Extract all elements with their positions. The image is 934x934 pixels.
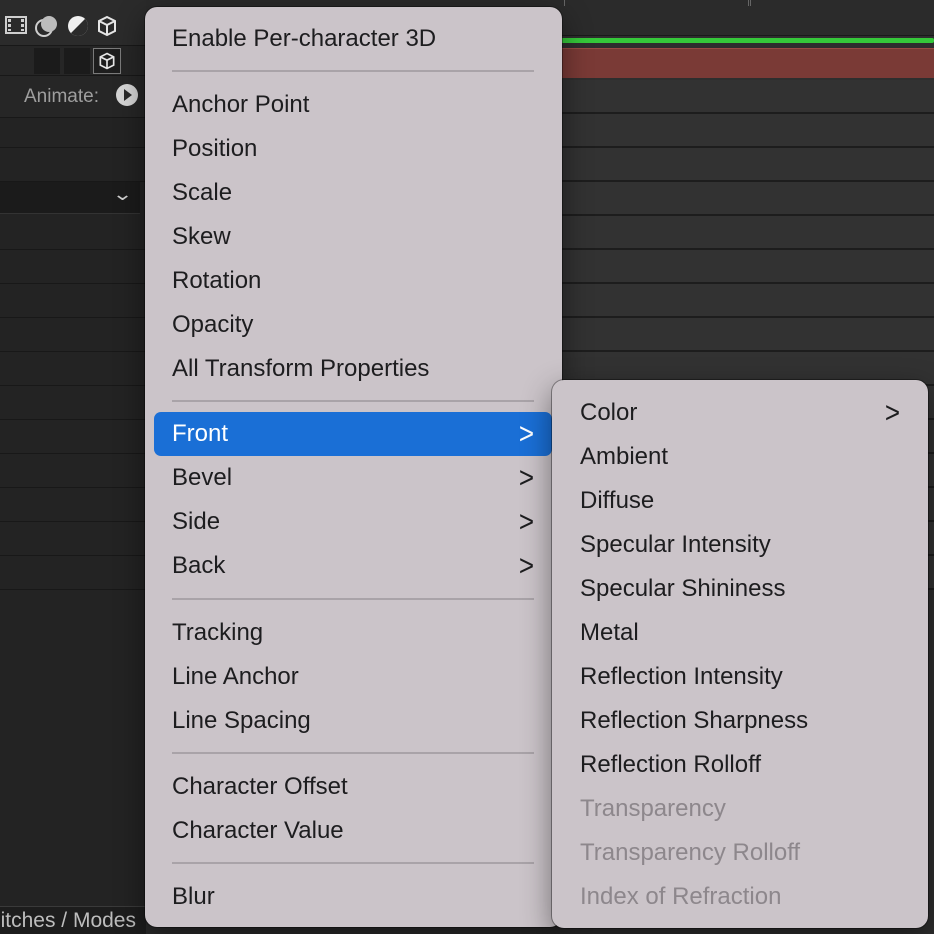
menu-item-bevel[interactable]: Bevel > — [154, 456, 552, 500]
track-row — [560, 182, 934, 216]
layer-row — [0, 454, 146, 488]
menu-separator — [172, 752, 534, 754]
track-row — [560, 148, 934, 182]
film-icon[interactable] — [4, 14, 28, 42]
menu-item-position[interactable]: Position — [154, 127, 552, 171]
menu-item-enable-per-character-3d[interactable]: Enable Per-character 3D — [154, 17, 552, 61]
layer-row — [0, 488, 146, 522]
submenu-item-specular-intensity[interactable]: Specular Intensity — [560, 523, 918, 567]
submenu-item-specular-shininess[interactable]: Specular Shininess — [560, 567, 918, 611]
submenu-item-transparency: Transparency — [580, 795, 726, 822]
3d-layer-icon[interactable] — [96, 14, 118, 44]
chevron-right-icon: > — [518, 503, 534, 539]
animate-play-icon[interactable] — [116, 84, 138, 106]
menu-item-anchor-point[interactable]: Anchor Point — [154, 83, 552, 127]
track-row — [560, 284, 934, 318]
chevron-right-icon: > — [518, 459, 534, 495]
submenu-item-transparency-rolloff: Transparency Rolloff — [580, 839, 801, 866]
submenu-item-color[interactable]: Color > — [560, 391, 918, 435]
submenu-item-metal[interactable]: Metal — [560, 611, 918, 655]
adjustment-layer-icon[interactable] — [66, 14, 90, 44]
menu-item-all-transform-properties[interactable]: All Transform Properties — [154, 347, 552, 391]
layer-row — [0, 556, 146, 590]
menu-item-blur[interactable]: Blur — [154, 875, 552, 919]
menu-item-character-offset[interactable]: Character Offset — [154, 765, 552, 809]
menu-item-scale[interactable]: Scale — [154, 171, 552, 215]
chevron-right-icon: > — [518, 415, 534, 451]
menu-item-front[interactable]: Front > — [154, 412, 552, 456]
menu-separator — [172, 598, 534, 600]
menu-item-side[interactable]: Side > — [154, 500, 552, 544]
menu-separator — [172, 70, 534, 72]
menu-item-tracking[interactable]: Tracking — [154, 611, 552, 655]
layer-row — [0, 118, 146, 148]
chevron-down-icon: ⌄ — [111, 184, 134, 204]
menu-item-character-value[interactable]: Character Value — [154, 809, 552, 853]
track-row — [560, 318, 934, 352]
layer-duration-bar[interactable] — [560, 48, 934, 78]
menu-item-rotation[interactable]: Rotation — [154, 259, 552, 303]
submenu-item-diffuse[interactable]: Diffuse — [560, 479, 918, 523]
submenu-item-reflection-intensity[interactable]: Reflection Intensity — [560, 655, 918, 699]
layer-row — [0, 250, 146, 284]
menu-item-back[interactable]: Back > — [154, 544, 552, 588]
menu-item-line-anchor[interactable]: Line Anchor — [154, 655, 552, 699]
layer-row — [0, 214, 146, 250]
layer-dropdown[interactable]: ⌄ — [0, 182, 140, 214]
front-submenu: Color > Ambient Diffuse Specular Intensit… — [552, 380, 928, 928]
track-row — [560, 114, 934, 148]
menu-item-opacity[interactable]: Opacity — [154, 303, 552, 347]
submenu-item-reflection-sharpness[interactable]: Reflection Sharpness — [560, 699, 918, 743]
menu-separator — [172, 400, 534, 402]
layer-row — [0, 318, 146, 352]
layer-row — [0, 522, 146, 556]
track-row — [560, 250, 934, 284]
switch-box[interactable] — [64, 48, 90, 74]
submenu-item-index-of-refraction: Index of Refraction — [580, 883, 782, 910]
chevron-right-icon: > — [518, 547, 534, 583]
switches-modes-toggle[interactable]: itches / Modes — [0, 906, 146, 934]
layer-row — [0, 386, 146, 420]
layer-row — [0, 352, 146, 386]
work-area-bar[interactable] — [560, 38, 934, 43]
switch-box[interactable] — [34, 48, 60, 74]
layer-panel: Animate: ⌄ itches / Modes — [0, 0, 146, 934]
menu-item-line-spacing[interactable]: Line Spacing — [154, 699, 552, 743]
animate-context-menu: Enable Per-character 3D Anchor Point Pos… — [145, 7, 562, 927]
animate-label: Animate: — [24, 86, 99, 107]
track-row — [560, 216, 934, 250]
chevron-right-icon: > — [884, 394, 900, 430]
submenu-item-reflection-rolloff[interactable]: Reflection Rolloff — [560, 743, 918, 787]
3d-layer-toggle[interactable] — [93, 48, 121, 74]
layer-row — [0, 420, 146, 454]
submenu-item-ambient[interactable]: Ambient — [560, 435, 918, 479]
time-ruler[interactable] — [560, 0, 934, 36]
layer-row — [0, 148, 146, 182]
track-row — [560, 80, 934, 114]
layer-row — [0, 284, 146, 318]
menu-separator — [172, 862, 534, 864]
motion-blur-icon[interactable] — [34, 14, 62, 44]
menu-item-skew[interactable]: Skew — [154, 215, 552, 259]
